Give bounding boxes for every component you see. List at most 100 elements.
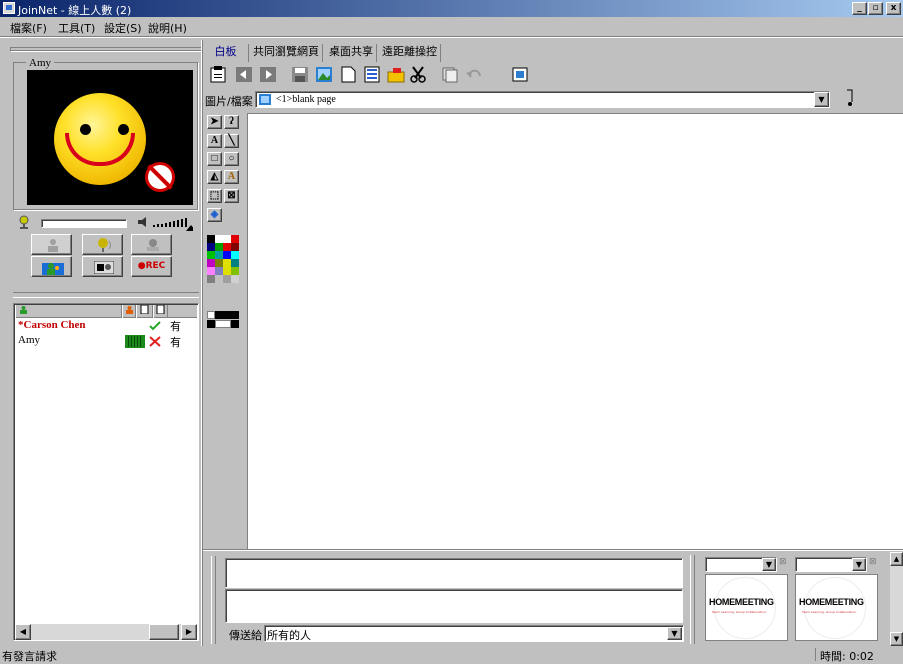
color-swatch-gray[interactable] [207, 275, 215, 283]
menu-settings[interactable]: 設定(S) [104, 20, 142, 36]
width-blank[interactable] [215, 320, 231, 328]
chat-output[interactable] [225, 558, 683, 588]
width-extra[interactable] [207, 320, 215, 328]
volume-slider[interactable] [153, 215, 193, 231]
color-swatch-silver[interactable] [215, 275, 223, 283]
speak-button[interactable] [82, 234, 123, 255]
color-swatch-chartreuse[interactable] [231, 267, 239, 275]
color-swatch-red[interactable] [223, 243, 231, 251]
eraser-icon[interactable]: ◈ [207, 208, 222, 222]
color-swatch-yellow[interactable] [223, 267, 231, 275]
list-horizontal-scrollbar[interactable]: ◀ ▶ [15, 624, 197, 640]
scroll-down-icon[interactable]: ▼ [890, 632, 903, 646]
page-list-icon[interactable] [363, 66, 381, 83]
color-swatch-green[interactable] [215, 243, 223, 251]
width-max[interactable] [231, 320, 239, 328]
line-tool-icon[interactable]: ╲ [224, 134, 239, 148]
color-swatch-lavender[interactable] [215, 267, 223, 275]
color-swatch-blue[interactable] [223, 251, 231, 259]
open-folder-icon[interactable] [387, 66, 405, 83]
thumb-grip[interactable] [690, 555, 695, 644]
scroll-up-icon[interactable]: ▲ [890, 552, 903, 566]
fill-tool-icon[interactable]: ◭ [207, 170, 222, 184]
width-medium[interactable] [215, 311, 223, 319]
camera-off-icon[interactable] [145, 162, 175, 192]
chevron-down-icon[interactable]: ▼ [852, 558, 866, 571]
line-width-selector[interactable] [207, 311, 239, 329]
select-arrow-icon[interactable]: ➤ [207, 115, 222, 129]
menu-tools[interactable]: 工具(T) [58, 20, 95, 36]
color-swatch-teal[interactable] [215, 251, 223, 259]
thumbnail-close-icon[interactable]: ⊠ [779, 557, 787, 567]
prev-page-icon[interactable] [235, 66, 253, 83]
recipient-select[interactable]: 所有的人 ▼ [264, 625, 684, 642]
scroll-thumb[interactable] [149, 624, 179, 640]
next-page-icon[interactable] [259, 66, 277, 83]
color-swatch-cyan[interactable] [231, 251, 239, 259]
pen-width-icon[interactable] [843, 88, 857, 108]
chat-grip[interactable] [211, 556, 216, 644]
color-swatch-lime[interactable] [207, 251, 215, 259]
header-answer-column[interactable] [153, 304, 168, 318]
color-swatch-red[interactable] [231, 235, 239, 243]
width-thin[interactable] [207, 311, 215, 319]
whiteboard-canvas[interactable] [247, 113, 903, 549]
participants-button[interactable] [31, 256, 72, 277]
scroll-left-icon[interactable]: ◀ [15, 624, 31, 640]
header-status-column[interactable] [136, 304, 153, 318]
tab-cobrowse[interactable]: 共同瀏覽網頁 [250, 44, 323, 62]
thumbnail-select[interactable]: ▼ [705, 557, 777, 572]
menu-file[interactable]: 檔案(F) [10, 20, 47, 36]
color-swatch-maroon[interactable] [231, 243, 239, 251]
record-button[interactable]: ●REC [131, 256, 172, 277]
save-icon[interactable] [291, 66, 309, 83]
color-swatch-white[interactable] [215, 235, 223, 243]
thumbs-vertical-scrollbar[interactable]: ▲ ▼ [890, 552, 903, 646]
color-swatch-magenta[interactable] [207, 259, 215, 267]
chevron-down-icon[interactable]: ▼ [814, 92, 829, 107]
thumbnail-select[interactable]: ▼ [795, 557, 867, 572]
width-thick[interactable] [223, 311, 239, 319]
ellipse-tool-icon[interactable]: ○ [224, 152, 239, 166]
video-request-button[interactable] [131, 234, 172, 255]
text-tool-icon[interactable]: A [207, 134, 222, 148]
file-select[interactable]: <1>blank page [255, 91, 830, 108]
tab-desktop-share[interactable]: 桌面共享 [326, 44, 377, 62]
area-select-icon[interactable]: ⬚ [207, 189, 222, 203]
color-swatch-gray[interactable] [223, 275, 231, 283]
tab-whiteboard[interactable]: 白板 [203, 44, 249, 62]
color-swatch-navy[interactable] [207, 243, 215, 251]
thumbnail-view[interactable]: HOMEMEETING Team Learning, Group Collabo… [705, 574, 788, 641]
copy-icon[interactable] [441, 66, 459, 83]
close-button[interactable]: x [886, 2, 901, 15]
participant-list[interactable] [13, 303, 199, 641]
color-swatch-pink[interactable] [207, 267, 215, 275]
snapshot-button[interactable] [82, 256, 123, 277]
snapshot-area-icon[interactable]: ⊠ [224, 189, 239, 203]
clipboard-icon[interactable] [209, 66, 227, 83]
maximize-button[interactable]: ▫ [868, 2, 883, 15]
header-user-column[interactable] [15, 305, 122, 318]
rectangle-tool-icon[interactable]: □ [207, 152, 222, 166]
new-page-icon[interactable] [339, 66, 357, 83]
text-color-icon[interactable]: A [224, 170, 239, 184]
color-swatch-light-gray[interactable] [231, 275, 239, 283]
minimize-button[interactable]: _ [852, 2, 867, 15]
color-swatch-black[interactable] [207, 235, 215, 243]
thumbnail-close-icon[interactable]: ⊠ [869, 557, 877, 567]
undo-icon[interactable] [465, 66, 483, 83]
fullscreen-icon[interactable] [511, 66, 529, 83]
cut-icon[interactable] [409, 66, 427, 83]
scroll-right-icon[interactable]: ▶ [181, 624, 197, 640]
chevron-down-icon[interactable]: ▼ [762, 558, 776, 571]
image-icon[interactable] [315, 66, 333, 83]
color-swatch-olive[interactable] [215, 259, 223, 267]
chat-input[interactable] [225, 589, 683, 623]
freehand-icon[interactable]: ʔ [224, 115, 239, 129]
user-button[interactable] [31, 234, 72, 255]
header-speak-column[interactable] [122, 305, 136, 318]
thumbnail-view[interactable]: HOMEMEETING Team Learning, Group Collabo… [795, 574, 878, 641]
menu-help[interactable]: 說明(H) [148, 20, 187, 36]
tab-remote-control[interactable]: 遠距離操控 [379, 44, 441, 62]
color-swatch-yellow[interactable] [223, 259, 231, 267]
